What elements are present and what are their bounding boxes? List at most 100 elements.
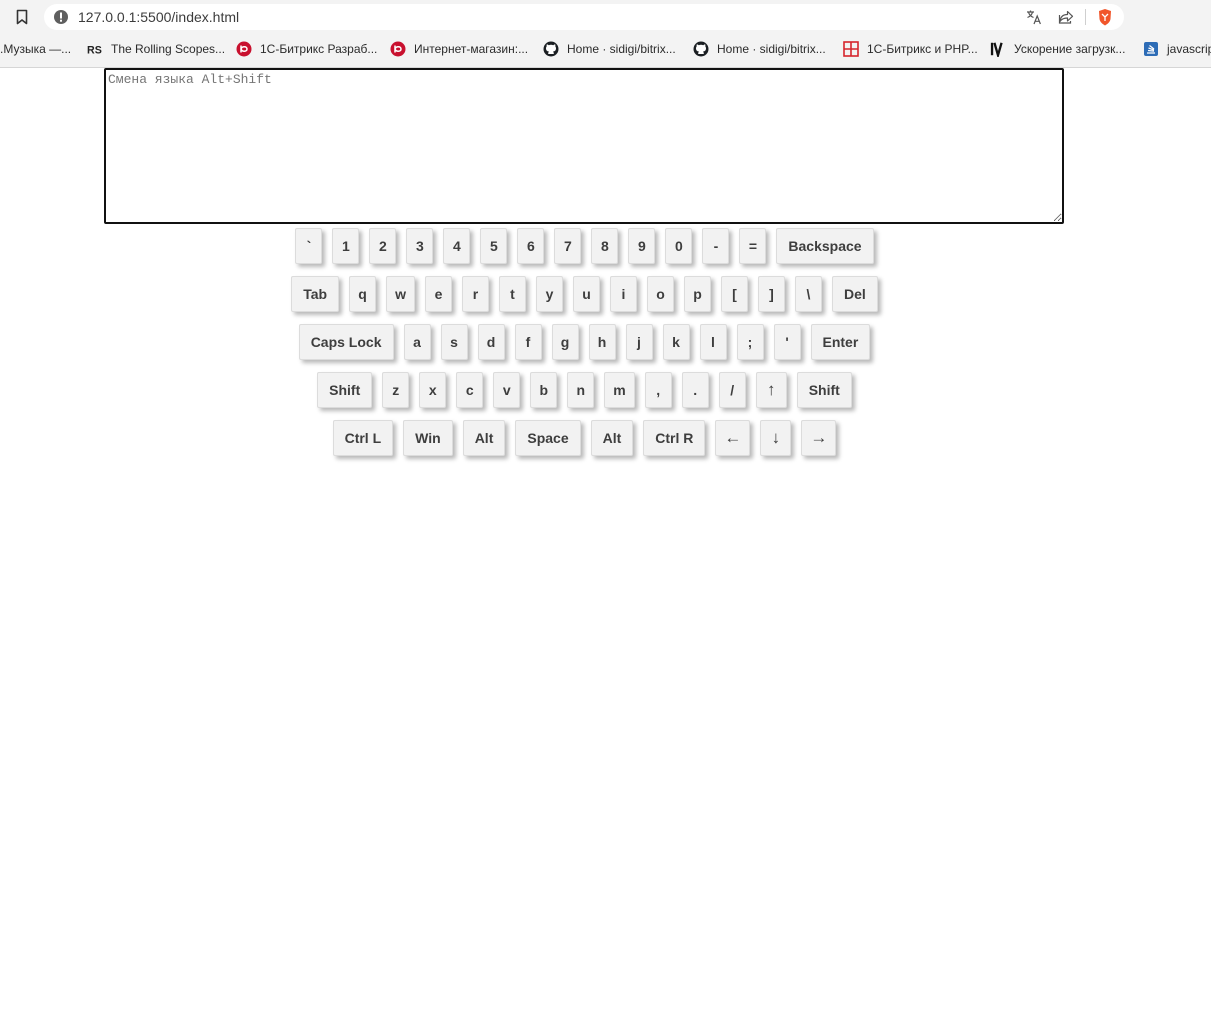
key-0[interactable]: 0 [665,228,693,264]
key-q[interactable]: q [349,276,377,312]
key-del[interactable]: Del [831,276,878,312]
bookmarks-bar: .Музыка —... RS The Rolling Scopes... 1С-Би… [0,36,1211,62]
bookmark-item[interactable]: 1С-Битрикс Разраб... [236,39,377,59]
key-backslash[interactable]: \ [794,276,822,312]
key-backtick[interactable]: ` [295,228,323,264]
key-r[interactable]: r [461,276,489,312]
key-shift[interactable]: Shift [796,372,852,408]
url-text[interactable]: 127.0.0.1:5500/index.html [78,9,239,25]
key-period[interactable]: . [681,372,709,408]
key-enter[interactable]: Enter [810,324,871,360]
key-w[interactable]: w [386,276,415,312]
bookmark-label: 1С-Битрикс Разраб... [260,42,378,56]
key-e[interactable]: e [424,276,452,312]
stackoverflow-icon [1143,41,1159,57]
keyboard-row: ` 1 2 3 4 5 6 7 8 9 0- = Backspace [0,228,1169,268]
bookmark-item[interactable]: Home · sidigi/bitrix... [543,39,676,59]
key-semicolon[interactable]: ; [736,324,764,360]
bookmark-item[interactable]: Ускорение загрузк... [990,39,1125,59]
key-5[interactable]: 5 [480,228,508,264]
key-1[interactable]: 1 [332,228,360,264]
key-y[interactable]: y [535,276,563,312]
key-z[interactable]: z [382,372,410,408]
virtual-keyboard: ` 1 2 3 4 5 6 7 8 9 0- = Backspace Tab q w e r t y u i o p[] \ De… [0,228,1169,468]
key-comma[interactable]: , [644,372,672,408]
key-n[interactable]: n [567,372,595,408]
keyboard-row: Tab q w e r t y u i o p[] \ Del [0,276,1169,316]
key-c[interactable]: c [456,372,484,408]
key-3[interactable]: 3 [406,228,434,264]
grid-logo-icon [843,41,859,57]
key-ctrl-r[interactable]: Ctrl R [643,420,706,456]
key-2[interactable]: 2 [369,228,397,264]
address-bar[interactable]: 127.0.0.1:5500/index.html [44,4,1124,30]
key-win[interactable]: Win [403,420,453,456]
bookmark-icon[interactable] [12,6,32,28]
key-arrow-up[interactable]: ↑ [755,372,787,408]
rs-logo-icon: RS [87,41,103,57]
bookmark-item[interactable]: 1С-Битрикс и PHP... [843,39,978,59]
key-g[interactable]: g [551,324,579,360]
keyboard-row: Caps Lock a s d f g h j k l; ' Enter [0,324,1169,364]
key-arrow-left[interactable]: ← [715,420,751,456]
key-l[interactable]: l [699,324,727,360]
site-info-icon[interactable] [53,9,69,25]
key-4[interactable]: 4 [443,228,471,264]
key-h[interactable]: h [588,324,616,360]
key-9[interactable]: 9 [628,228,656,264]
bookmark-item[interactable]: Интернет-магазин:... [390,39,528,59]
key-o[interactable]: o [646,276,674,312]
bookmark-label: Интернет-магазин:... [414,42,529,56]
key-s[interactable]: s [440,324,468,360]
key-x[interactable]: x [419,372,447,408]
key-j[interactable]: j [625,324,653,360]
share-icon[interactable] [1057,8,1075,26]
key-8[interactable]: 8 [591,228,619,264]
bookmark-label: 1С-Битрикс и PHP... [867,42,978,56]
key-t[interactable]: t [498,276,526,312]
bookmark-item[interactable]: javascrip [1143,39,1211,59]
keyboard-row: Shift z x c v b n m,. / ↑ Shift [0,372,1169,412]
key-caps-lock[interactable]: Caps Lock [298,324,394,360]
key-arrow-down[interactable]: ↓ [760,420,792,456]
bookmark-label: .Музыка —... [0,42,72,56]
key-i[interactable]: i [609,276,637,312]
bookmark-item[interactable]: Home · sidigi/bitrix... [693,39,826,59]
github-icon [693,41,709,57]
key-slash[interactable]: / [718,372,746,408]
translate-icon[interactable] [1025,8,1043,26]
bookmark-item[interactable]: .Музыка —... [0,39,71,59]
key-tab[interactable]: Tab [291,276,340,312]
bookmark-label: Home · sidigi/bitrix... [717,42,826,56]
iv-logo-icon [990,41,1006,57]
key-space[interactable]: Space [515,420,581,456]
key-u[interactable]: u [572,276,600,312]
key-b[interactable]: b [530,372,558,408]
bookmark-item[interactable]: RS The Rolling Scopes... [87,39,225,59]
brave-shield-icon[interactable] [1096,8,1114,26]
key-alt[interactable]: Alt [590,420,634,456]
key-f[interactable]: f [514,324,542,360]
key-arrow-right[interactable]: → [801,420,837,456]
key-bracket-right[interactable]: ] [757,276,785,312]
key-bracket-left[interactable]: [ [720,276,748,312]
key-7[interactable]: 7 [554,228,582,264]
key-k[interactable]: k [662,324,690,360]
key-equals[interactable]: = [739,228,767,264]
key-quote[interactable]: ' [773,324,801,360]
key-p[interactable]: p [683,276,711,312]
key-6[interactable]: 6 [517,228,545,264]
key-minus[interactable]: - [702,228,730,264]
bookmark-label: The Rolling Scopes... [111,42,226,56]
key-shift[interactable]: Shift [317,372,373,408]
key-m[interactable]: m [604,372,635,408]
key-alt[interactable]: Alt [462,420,506,456]
key-ctrl-l[interactable]: Ctrl L [332,420,394,456]
key-a[interactable]: a [403,324,431,360]
bookmark-label: Ускорение загрузк... [1014,42,1126,56]
browser-chrome: 127.0.0.1:5500/index.html .Музыка —... RS… [0,0,1211,68]
text-editor[interactable] [104,68,1064,224]
key-backspace[interactable]: Backspace [776,228,874,264]
key-d[interactable]: d [477,324,505,360]
key-v[interactable]: v [493,372,521,408]
